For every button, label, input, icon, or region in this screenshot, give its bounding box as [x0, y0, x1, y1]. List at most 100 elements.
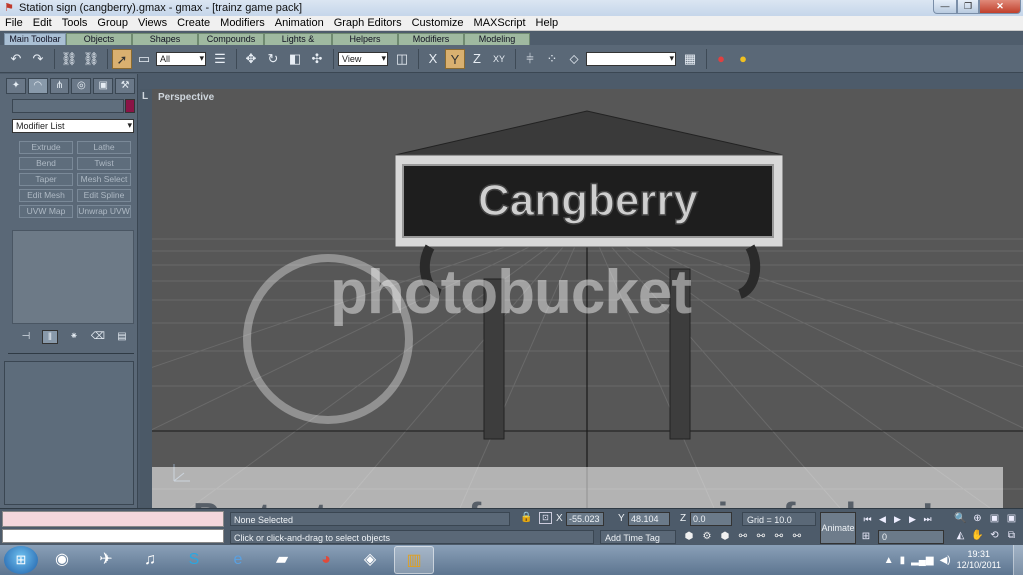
menu-file[interactable]: File	[0, 17, 28, 29]
go-to-end-icon[interactable]: ⏭	[920, 512, 935, 526]
zoom-icon[interactable]: 🔍	[952, 512, 969, 526]
modifier-list-dropdown[interactable]: Modifier List	[12, 119, 134, 133]
motion-tab-icon[interactable]: ◎	[71, 78, 92, 94]
restrict-xy-button[interactable]: XY	[489, 49, 509, 69]
restrict-z-button[interactable]: Z	[467, 49, 487, 69]
volume-icon[interactable]: ◀)	[940, 555, 951, 566]
current-frame-field[interactable]: 0	[878, 530, 944, 544]
zoom-all-icon[interactable]: ⊕	[969, 512, 986, 526]
go-to-start-icon[interactable]: ⏮	[860, 512, 875, 526]
absolute-mode-icon[interactable]: ⊡	[539, 512, 552, 524]
gmax-taskbar-icon[interactable]: ▥	[394, 546, 434, 574]
object-color-swatch[interactable]	[125, 99, 135, 113]
menu-animation[interactable]: Animation	[270, 17, 329, 29]
maxscript-listener-field[interactable]	[2, 511, 224, 527]
tab-objects[interactable]: Objects	[66, 33, 132, 45]
set-key-icon[interactable]: ⬢	[680, 529, 698, 544]
tab-lights-cameras[interactable]: Lights & Cameras	[264, 33, 332, 55]
render-icon[interactable]: ●	[733, 49, 753, 69]
minimize-button[interactable]: —	[933, 0, 957, 14]
menu-tools[interactable]: Tools	[57, 17, 93, 29]
utilities-tab-icon[interactable]: ⚒	[115, 78, 135, 94]
taskbar-app-icon[interactable]: ▰	[262, 546, 302, 574]
key-mode-icon[interactable]: ⬢	[716, 529, 734, 544]
key-filters-icon[interactable]: ⚙	[698, 529, 716, 544]
edit-mesh-button[interactable]: Edit Mesh	[19, 189, 73, 202]
restrict-y-button[interactable]: Y	[445, 48, 465, 69]
undo-icon[interactable]: ↶	[6, 49, 26, 69]
pan-icon[interactable]: ✋	[969, 529, 986, 543]
key-mode-toggle-icon[interactable]: ⊞	[858, 529, 874, 544]
start-button[interactable]: ⊞	[4, 546, 38, 574]
link-key-icon[interactable]: ⚯	[734, 529, 752, 544]
perspective-viewport[interactable]: Cangberry photobucket Protect more of yo…	[140, 89, 1023, 508]
show-desktop-button[interactable]	[1013, 545, 1023, 575]
menu-graph-editors[interactable]: Graph Editors	[329, 17, 407, 29]
make-unique-icon[interactable]: ⁕	[66, 330, 82, 344]
select-and-rotate-icon[interactable]: ↻	[263, 49, 283, 69]
menu-group[interactable]: Group	[92, 17, 133, 29]
arc-rotate-icon[interactable]: ⟲	[986, 529, 1003, 543]
show-hidden-icons-icon[interactable]: ▲	[884, 555, 894, 566]
select-object-icon[interactable]: ➚	[112, 48, 132, 69]
skype-icon[interactable]: S	[174, 546, 214, 574]
internet-explorer-icon[interactable]: e	[218, 546, 258, 574]
twist-button[interactable]: Twist	[77, 157, 131, 170]
restrict-x-button[interactable]: X	[423, 49, 443, 69]
add-time-tag-button[interactable]: Add Time Tag	[600, 530, 676, 544]
modify-tab-icon[interactable]: ◠	[27, 78, 48, 94]
tab-shapes[interactable]: Shapes	[132, 33, 198, 45]
fov-icon[interactable]: ◭	[952, 529, 969, 543]
chrome-icon[interactable]: ◕	[306, 546, 346, 574]
mirror-icon[interactable]: ⫩	[520, 49, 540, 69]
power-icon[interactable]: ▮	[900, 555, 906, 566]
track-view-icon[interactable]: ▦	[680, 49, 700, 69]
clock[interactable]: 19:31 12/10/2011	[957, 549, 1001, 571]
menu-views[interactable]: Views	[133, 17, 172, 29]
tab-modeling[interactable]: Modeling	[464, 33, 530, 45]
menu-edit[interactable]: Edit	[28, 17, 57, 29]
array-icon[interactable]: ⁘	[542, 49, 562, 69]
object-name-field[interactable]	[12, 99, 124, 113]
zoom-extents-all-icon[interactable]: ▣	[1003, 512, 1020, 526]
selection-lock-icon[interactable]: 🔒	[520, 512, 532, 523]
selection-filter-dropdown[interactable]: All	[156, 51, 206, 66]
play-icon[interactable]: ▶	[890, 512, 905, 526]
viewport-label[interactable]: Perspective	[158, 92, 214, 103]
create-tab-icon[interactable]: ✦	[6, 78, 26, 94]
select-and-scale-icon[interactable]: ◧	[285, 49, 305, 69]
tab-main-toolbar[interactable]: Main Toolbar	[4, 33, 66, 45]
y-coord-field[interactable]: 48.104	[628, 512, 670, 526]
z-coord-field[interactable]: 0.0	[690, 512, 732, 526]
align-icon[interactable]: ⬦	[564, 49, 584, 69]
mesh-select-button[interactable]: Mesh Select	[77, 173, 131, 186]
animate-button[interactable]: Animate	[820, 512, 856, 544]
show-end-result-icon[interactable]: ‖	[42, 330, 58, 344]
taskbar-app-icon[interactable]: ◉	[42, 546, 82, 574]
menu-modifiers[interactable]: Modifiers	[215, 17, 270, 29]
tab-helpers[interactable]: Helpers	[332, 33, 398, 45]
bend-button[interactable]: Bend	[19, 157, 73, 170]
configure-modifier-sets-icon[interactable]: ▤	[114, 330, 130, 344]
tab-compounds[interactable]: Compounds	[198, 33, 264, 45]
taper-button[interactable]: Taper	[19, 173, 73, 186]
link-key-icon[interactable]: ⚯	[788, 529, 806, 544]
hierarchy-tab-icon[interactable]: ⋔	[49, 78, 70, 94]
network-icon[interactable]: ▂▄▆	[911, 555, 933, 566]
x-coord-field[interactable]: -55.023	[566, 512, 604, 526]
maximize-viewport-icon[interactable]: ⧉	[1003, 529, 1020, 543]
pivot-center-icon[interactable]: ◫	[392, 49, 412, 69]
taskbar-app-icon[interactable]: ♫	[130, 546, 170, 574]
select-and-manipulate-icon[interactable]: ✣	[307, 49, 327, 69]
menu-maxscript[interactable]: MAXScript	[469, 17, 531, 29]
taskbar-app-icon[interactable]: ◈	[350, 546, 390, 574]
remove-modifier-icon[interactable]: ⌫	[90, 330, 106, 344]
maximize-button[interactable]: ❐	[957, 0, 979, 14]
close-button[interactable]: ✕	[979, 0, 1021, 14]
extrude-button[interactable]: Extrude	[19, 141, 73, 154]
link-key-icon[interactable]: ⚯	[770, 529, 788, 544]
lathe-button[interactable]: Lathe	[77, 141, 131, 154]
previous-frame-icon[interactable]: ◀	[875, 512, 890, 526]
zoom-extents-icon[interactable]: ▣	[986, 512, 1003, 526]
modifier-stack-view[interactable]	[12, 230, 134, 324]
